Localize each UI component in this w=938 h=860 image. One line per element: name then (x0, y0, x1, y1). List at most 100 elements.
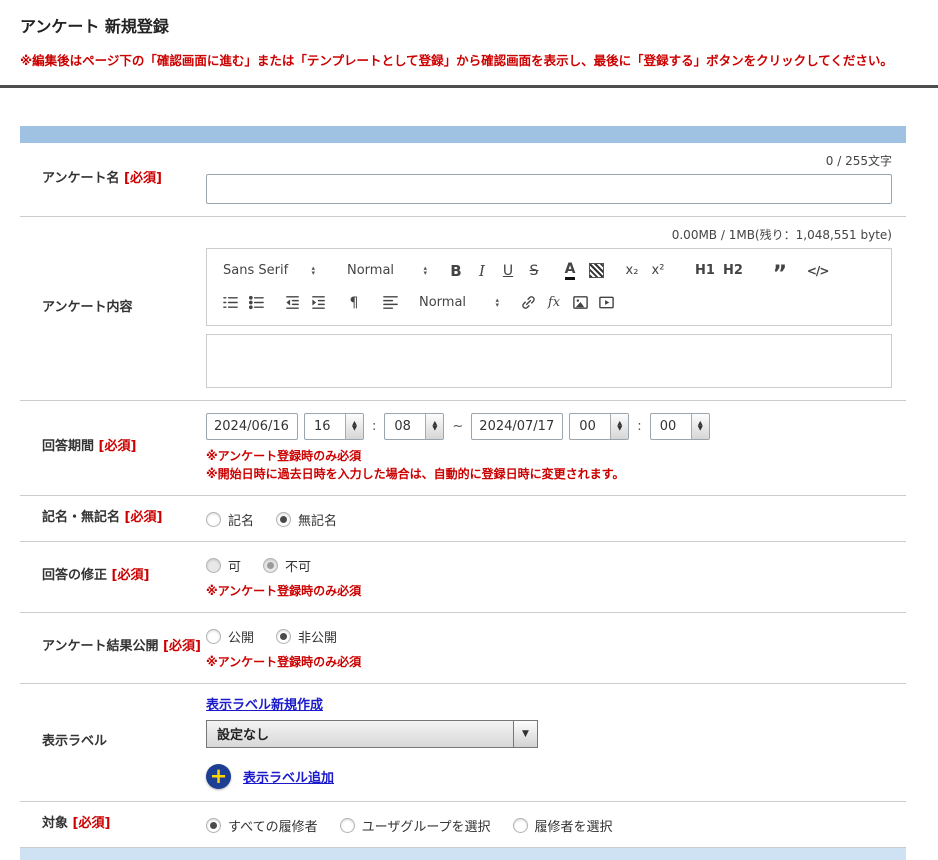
row-anonymity: 記名・無記名 [必須] 記名 無記名 (20, 496, 906, 542)
result-publication-label: アンケート結果公開 [必須] (20, 628, 206, 667)
highlight-color-icon[interactable] (583, 259, 609, 283)
radio-option-not-allowed[interactable]: 不可 (263, 556, 311, 575)
modification-options: 可 不可 (206, 548, 892, 575)
text-direction-icon[interactable]: ¶ (341, 291, 367, 315)
formula-icon[interactable]: fx (541, 291, 567, 315)
radio-option-private[interactable]: 非公開 (276, 627, 337, 646)
bold-icon[interactable]: B (443, 259, 469, 283)
dropdown-arrow-icon[interactable]: ▼ (513, 721, 537, 747)
page-header: アンケート 新規登録 ※編集後はページ下の「確認画面に進む」または「テンプレート… (0, 0, 938, 70)
radio-icon[interactable] (206, 629, 221, 644)
underline-icon[interactable]: U (495, 259, 521, 283)
answer-period-content: 16 ▲▼ : 08 ▲▼ ~ 00 ▲▼ : 00 ▲▼ (206, 401, 906, 495)
warning-text: ※編集後はページ下の「確認画面に進む」または「テンプレートとして登録」から確認画… (20, 52, 918, 70)
toolbar-line-1: Sans Serif ▴▾ Normal ▴▾ B I U S A (215, 255, 883, 287)
char-counter: 0 / 255文字 (206, 149, 892, 174)
result-publication-note: ※アンケート登録時のみ必須 (206, 653, 892, 671)
end-minute-stepper[interactable]: 00 ▲▼ (650, 413, 710, 440)
row-survey-content: アンケート内容 0.00MB / 1MB(残り：1,048,551 byte) … (20, 217, 906, 401)
size-info: 0.00MB / 1MB(残り：1,048,551 byte) (206, 223, 892, 248)
radio-icon[interactable] (206, 558, 221, 573)
image-icon[interactable] (567, 291, 593, 315)
radio-label: 非公開 (298, 627, 337, 646)
radio-icon[interactable] (340, 818, 355, 833)
spinner-arrows-icon[interactable]: ▲▼ (345, 414, 363, 439)
period-note-1: ※アンケート登録時のみ必須 (206, 447, 892, 465)
heading-select[interactable]: Normal ▴▾ (341, 259, 433, 283)
spinner-arrows-icon[interactable]: ▲▼ (610, 414, 628, 439)
start-minute-stepper[interactable]: 08 ▲▼ (384, 413, 444, 440)
radio-icon[interactable] (206, 818, 221, 833)
link-icon[interactable] (515, 291, 541, 315)
outdent-icon[interactable] (279, 291, 305, 315)
indent-icon[interactable] (305, 291, 331, 315)
align-icon[interactable] (377, 291, 403, 315)
radio-option-all-students[interactable]: すべての履修者 (206, 816, 318, 835)
display-label-select-value: 設定なし (207, 721, 513, 747)
radio-option-signed[interactable]: 記名 (206, 510, 254, 529)
period-note-2: ※開始日時に過去日時を入力した場合は、自動的に登録日時に変更されます。 (206, 465, 892, 483)
radio-label: すべての履修者 (228, 816, 318, 835)
radio-icon[interactable] (513, 818, 528, 833)
superscript-icon[interactable]: x² (645, 259, 671, 283)
code-block-icon[interactable]: </> (803, 259, 833, 283)
spinner-arrows-icon[interactable]: ▲▼ (425, 414, 443, 439)
start-date-input[interactable] (206, 413, 298, 440)
label-text: アンケート結果公開 (42, 639, 158, 654)
modification-label: 回答の修正 [必須] (20, 557, 206, 596)
lineheight-select[interactable]: Normal ▴▾ (413, 291, 505, 315)
create-display-label-link[interactable]: 表示ラベル新規作成 (206, 698, 323, 713)
add-icon[interactable]: + (206, 764, 231, 789)
text-color-icon[interactable]: A (557, 259, 583, 283)
required-badge: [必須] (112, 568, 150, 583)
display-label-select[interactable]: 設定なし ▼ (206, 720, 538, 748)
blockquote-icon[interactable]: ” (767, 259, 793, 283)
radio-label: 履修者を選択 (535, 816, 613, 835)
page-title: アンケート 新規登録 (20, 13, 918, 37)
radio-label: 可 (228, 556, 241, 575)
subscript-icon[interactable]: x₂ (619, 259, 645, 283)
answer-period-label: 回答期間 [必須] (20, 428, 206, 467)
row-answer-period: 回答期間 [必須] 16 ▲▼ : 08 ▲▼ ~ 00 ▲▼ (20, 401, 906, 496)
row-answer-modification: 回答の修正 [必須] 可 不可 ※アンケート登録時のみ必須 (20, 542, 906, 613)
radio-label: 不可 (285, 556, 311, 575)
anonymity-content: 記名 無記名 (206, 496, 906, 541)
radio-option-allowed[interactable]: 可 (206, 556, 241, 575)
bullet-list-icon[interactable] (243, 291, 269, 315)
end-hour-stepper[interactable]: 00 ▲▼ (569, 413, 629, 440)
strikethrough-icon[interactable]: S (521, 259, 547, 283)
video-icon[interactable] (593, 291, 619, 315)
header2-icon[interactable]: H2 (719, 259, 747, 283)
updown-arrows-icon: ▴▾ (495, 298, 499, 308)
font-select[interactable]: Sans Serif ▴▾ (217, 259, 321, 283)
italic-icon[interactable]: I (469, 259, 495, 283)
modification-content: 可 不可 ※アンケート登録時のみ必須 (206, 542, 906, 612)
survey-form: アンケート名 [必須] 0 / 255文字 アンケート内容 0.00MB / 1… (20, 126, 906, 860)
radio-icon[interactable] (263, 558, 278, 573)
required-badge: [必須] (99, 439, 137, 454)
radio-label: ユーザグループを選択 (362, 816, 491, 835)
add-display-label-row: + 表示ラベル追加 (206, 764, 892, 789)
radio-option-user-group[interactable]: ユーザグループを選択 (340, 816, 491, 835)
survey-content-label: アンケート内容 (20, 289, 206, 328)
add-display-label-link[interactable]: 表示ラベル追加 (243, 767, 334, 786)
editor-body[interactable] (206, 334, 892, 388)
radio-option-select-students[interactable]: 履修者を選択 (513, 816, 613, 835)
radio-option-public[interactable]: 公開 (206, 627, 254, 646)
colon-separator: : (635, 419, 643, 434)
spinner-arrows-icon[interactable]: ▲▼ (691, 414, 709, 439)
radio-option-anonymous[interactable]: 無記名 (276, 510, 337, 529)
radio-icon[interactable] (276, 629, 291, 644)
display-label-content: 表示ラベル新規作成 設定なし ▼ + 表示ラベル追加 (206, 684, 906, 801)
ordered-list-icon[interactable] (217, 291, 243, 315)
radio-icon[interactable] (206, 512, 221, 527)
result-publication-options: 公開 非公開 (206, 619, 892, 646)
end-date-input[interactable] (471, 413, 563, 440)
start-hour-stepper[interactable]: 16 ▲▼ (304, 413, 364, 440)
survey-name-input[interactable] (206, 174, 892, 204)
target-content: すべての履修者 ユーザグループを選択 履修者を選択 (206, 802, 906, 847)
label-text: 記名・無記名 (42, 510, 120, 525)
header1-icon[interactable]: H1 (691, 259, 719, 283)
radio-icon[interactable] (276, 512, 291, 527)
row-survey-name: アンケート名 [必須] 0 / 255文字 (20, 143, 906, 217)
